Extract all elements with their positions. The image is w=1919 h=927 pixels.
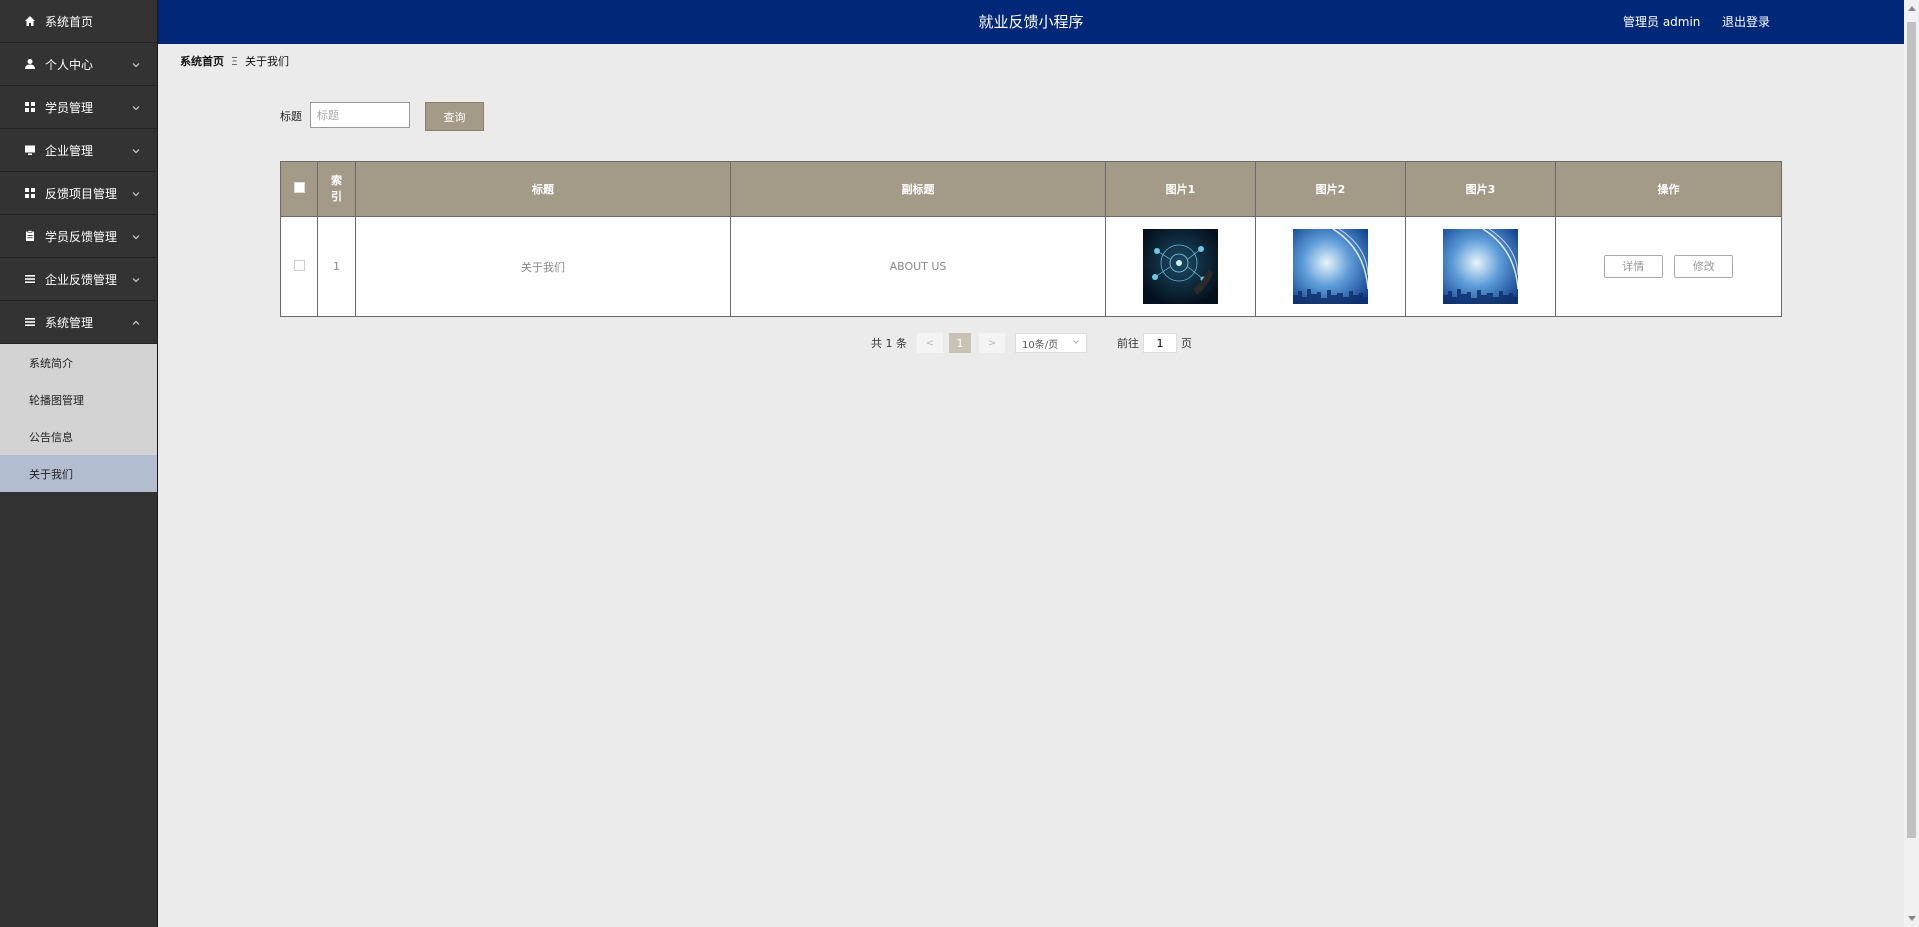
column-header-image1: 图片1 [1105, 161, 1256, 217]
goto-page-input[interactable] [1143, 333, 1177, 353]
chevron-up-icon [131, 317, 141, 327]
column-header-index: 索引 [317, 161, 356, 217]
prev-page-button[interactable]: < [917, 333, 943, 353]
row-image1-cell [1105, 216, 1256, 317]
sidebar-item-label: 个人中心 [45, 57, 94, 72]
column-header-image2: 图片2 [1255, 161, 1406, 217]
scrollbar-thumb[interactable] [1907, 22, 1916, 838]
breadcrumb: 系统首页 Ξ 关于我们 [180, 53, 289, 69]
detail-button[interactable]: 详情 [1603, 255, 1663, 278]
current-user: 管理员 admin [1623, 15, 1701, 29]
submenu-item-label: 关于我们 [29, 467, 73, 481]
list-icon [24, 316, 36, 328]
table-row: 1 关于我们 ABOUT US 详情 修改 [280, 216, 1782, 317]
row-checkbox[interactable] [293, 259, 305, 271]
goto-label: 前往 [1117, 337, 1139, 350]
monitor-icon [24, 144, 36, 156]
chevron-down-icon [131, 145, 141, 155]
row-image3-cell [1405, 216, 1556, 317]
submenu-item-carousel-management[interactable]: 轮播图管理 [0, 381, 157, 418]
sidebar-item-label: 企业反馈管理 [45, 272, 118, 287]
edit-button[interactable]: 修改 [1674, 255, 1734, 278]
chevron-down-icon [131, 102, 141, 112]
column-header-image3: 图片3 [1405, 161, 1556, 217]
sidebar-item-student-feedback-management[interactable]: 学员反馈管理 [0, 215, 157, 258]
sidebar-item-label: 系统管理 [45, 315, 94, 330]
image1-thumbnail[interactable] [1143, 229, 1218, 304]
logout-link[interactable]: 退出登录 [1722, 0, 1770, 44]
sidebar-item-student-management[interactable]: 学员管理 [0, 86, 157, 129]
row-title: 关于我们 [355, 216, 731, 317]
grid-icon [24, 101, 36, 113]
clipboard-icon [24, 230, 36, 242]
page-size-value: 10条/页 [1022, 339, 1059, 351]
breadcrumb-separator-icon: Ξ [231, 54, 238, 68]
top-header: 就业反馈小程序 管理员 admin 退出登录 [158, 0, 1904, 44]
column-header-actions: 操作 [1555, 161, 1782, 217]
column-header-subtitle: 副标题 [730, 161, 1106, 217]
goto-suffix: 页 [1181, 337, 1192, 350]
table-header-row: 索引 标题 副标题 图片1 图片2 图片3 操作 [280, 161, 1782, 217]
submenu-item-system-intro[interactable]: 系统简介 [0, 344, 157, 381]
sidebar-item-system-management[interactable]: 系统管理 [0, 301, 157, 344]
page-number-current[interactable]: 1 [949, 333, 971, 353]
next-page-button[interactable]: > [979, 333, 1005, 353]
image2-thumbnail[interactable] [1293, 229, 1368, 304]
sidebar-item-enterprise-feedback-management[interactable]: 企业反馈管理 [0, 258, 157, 301]
submenu-item-label: 轮播图管理 [29, 393, 84, 407]
breadcrumb-home[interactable]: 系统首页 [180, 53, 224, 69]
sidebar-item-label: 系统首页 [45, 14, 94, 29]
home-icon [24, 15, 36, 27]
grid-icon [24, 187, 36, 199]
sidebar-item-home[interactable]: 系统首页 [0, 0, 157, 43]
sidebar-item-label: 学员反馈管理 [45, 229, 118, 244]
system-management-submenu: 系统简介 轮播图管理 公告信息 关于我们 [0, 344, 157, 492]
pagination-total: 共 1 条 [871, 337, 907, 350]
row-select-cell [280, 216, 318, 317]
pagination: 共 1 条 < 1 > 10条/页 前往 页 [871, 333, 1192, 353]
submenu-item-announcements[interactable]: 公告信息 [0, 418, 157, 455]
breadcrumb-current: 关于我们 [244, 55, 289, 68]
sidebar-item-label: 企业管理 [45, 143, 94, 158]
row-subtitle: ABOUT US [730, 216, 1106, 317]
chevron-down-icon [131, 231, 141, 241]
sidebar-item-label: 反馈项目管理 [45, 186, 118, 201]
select-all-checkbox[interactable] [293, 182, 305, 193]
sidebar: 系统首页 个人中心 学员管理 企业管理 反馈项目管理 学员反馈管理 企业反馈管理… [0, 0, 158, 927]
chevron-down-icon [1072, 338, 1080, 349]
image3-thumbnail[interactable] [1443, 229, 1518, 304]
title-search-input[interactable] [310, 102, 410, 128]
scroll-up-icon[interactable] [1908, 6, 1916, 11]
search-button[interactable]: 查询 [425, 102, 484, 131]
sidebar-item-feedback-project-management[interactable]: 反馈项目管理 [0, 172, 157, 215]
submenu-item-label: 公告信息 [29, 430, 73, 444]
submenu-item-label: 系统简介 [29, 356, 73, 370]
page-scrollbar[interactable] [1904, 0, 1919, 927]
submenu-item-about-us[interactable]: 关于我们 [0, 455, 157, 492]
row-index: 1 [317, 216, 356, 317]
page-size-select[interactable]: 10条/页 [1015, 333, 1087, 353]
about-us-table: 索引 标题 副标题 图片1 图片2 图片3 操作 1 关于我们 ABOUT US [280, 161, 1782, 317]
sidebar-item-label: 学员管理 [45, 100, 94, 115]
chevron-down-icon [131, 188, 141, 198]
search-label: 标题 [280, 110, 302, 123]
chevron-down-icon [131, 59, 141, 69]
chevron-down-icon [131, 274, 141, 284]
sidebar-item-enterprise-management[interactable]: 企业管理 [0, 129, 157, 172]
sidebar-item-personal-center[interactable]: 个人中心 [0, 43, 157, 86]
user-icon [24, 58, 36, 70]
scroll-down-icon[interactable] [1908, 916, 1916, 921]
row-actions-cell: 详情 修改 [1555, 216, 1782, 317]
list-icon [24, 273, 36, 285]
row-image2-cell [1255, 216, 1406, 317]
column-header-title: 标题 [355, 161, 731, 217]
column-header-index-label: 索引 [331, 174, 342, 203]
select-all-cell [280, 161, 318, 217]
